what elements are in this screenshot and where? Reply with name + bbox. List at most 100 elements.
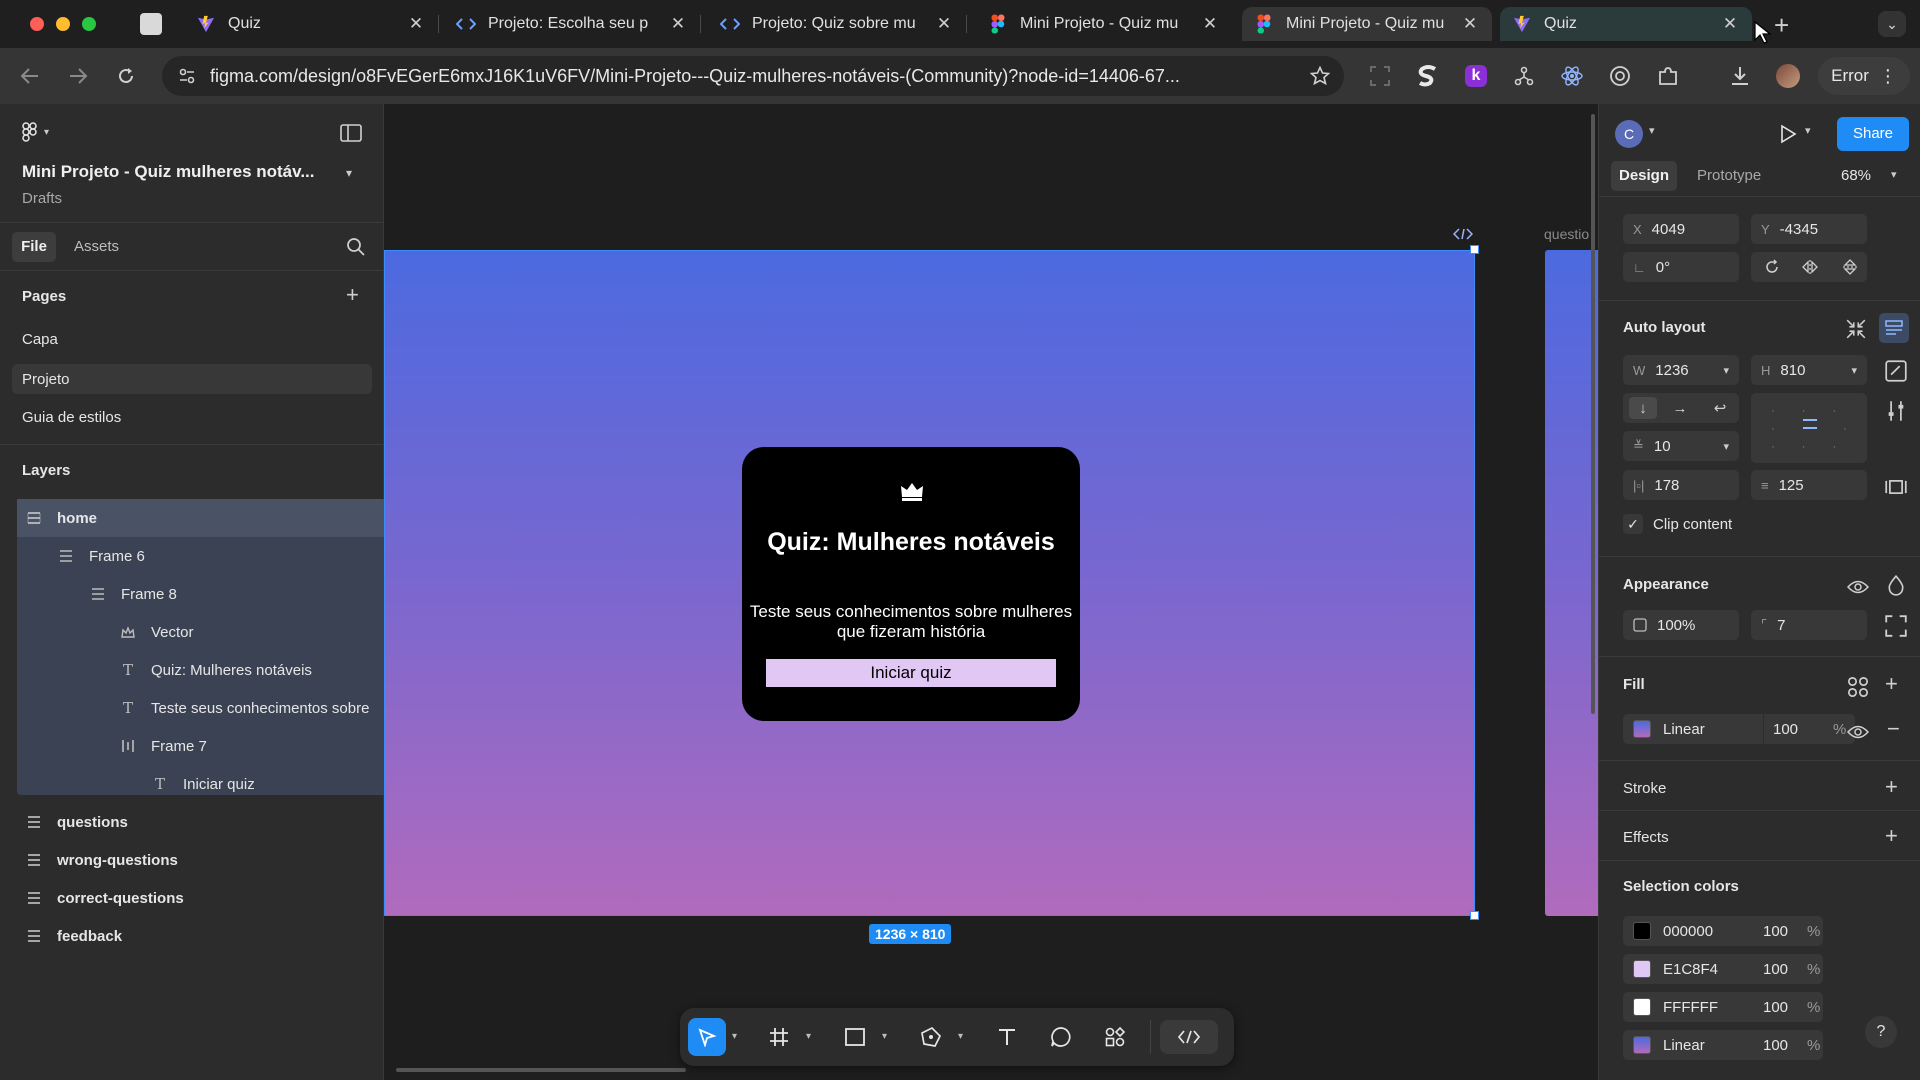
close-tab-icon[interactable]: ✕ (406, 14, 426, 34)
extension-k-icon[interactable]: k (1462, 62, 1490, 90)
close-tab-icon[interactable]: ✕ (934, 14, 954, 34)
toggle-panel-icon[interactable] (340, 124, 362, 142)
selection-color-row[interactable]: Linear 100 % (1623, 1030, 1823, 1060)
zoom-level[interactable]: 68% (1841, 161, 1871, 191)
react-devtools-icon[interactable] (1558, 62, 1586, 90)
frame-tool-icon[interactable] (762, 1020, 796, 1054)
close-tab-icon[interactable]: ✕ (1460, 14, 1480, 34)
independent-corners-icon[interactable] (1885, 615, 1907, 637)
layer-feedback[interactable]: feedback (17, 917, 384, 955)
move-tool-icon[interactable] (688, 1018, 726, 1056)
direction-horizontal-icon[interactable]: → (1669, 397, 1691, 419)
extension-network-icon[interactable] (1510, 62, 1538, 90)
chevron-down-icon[interactable]: ▾ (806, 1031, 811, 1042)
auto-layout-settings-icon[interactable] (1879, 313, 1909, 343)
maximize-window-button[interactable] (82, 17, 96, 31)
chevron-down-icon[interactable]: ▾ (732, 1031, 737, 1042)
selection-color-row[interactable]: E1C8F4 100 % (1623, 954, 1823, 984)
close-tab-icon[interactable]: ✕ (1200, 14, 1220, 34)
tab-assets[interactable]: Assets (74, 232, 119, 262)
extensions-puzzle-icon[interactable] (1654, 62, 1682, 90)
add-stroke-plus-icon[interactable]: + (1885, 774, 1898, 800)
browser-tab-3[interactable]: Projeto: Quiz sobre mu ✕ (708, 7, 967, 41)
file-location[interactable]: Drafts (22, 190, 62, 207)
alignment-grid[interactable]: · · · · · · · · (1751, 393, 1867, 463)
blend-mode-drop-icon[interactable] (1885, 574, 1907, 596)
text-tool-icon[interactable] (990, 1020, 1024, 1054)
file-title[interactable]: Mini Projeto - Quiz mulheres notáv... (22, 162, 315, 182)
share-button[interactable]: Share (1837, 117, 1909, 151)
chevron-down-icon[interactable]: ▾ (1649, 124, 1655, 137)
help-question-icon[interactable]: ? (1865, 1016, 1897, 1048)
close-tab-icon[interactable]: ✕ (1720, 14, 1740, 34)
opacity-field[interactable]: 100% (1623, 610, 1739, 640)
profile-avatar[interactable] (1774, 62, 1802, 90)
direction-vertical-icon[interactable]: ↓ (1629, 397, 1657, 419)
tab-prototype[interactable]: Prototype (1697, 161, 1761, 191)
site-settings-icon[interactable] (178, 67, 196, 85)
start-quiz-button[interactable]: Iniciar quiz (766, 659, 1056, 687)
back-arrow-icon[interactable] (16, 62, 44, 90)
aspect-ratio-icon[interactable] (1885, 360, 1907, 382)
rectangle-tool-icon[interactable] (838, 1020, 872, 1054)
reload-icon[interactable] (112, 62, 140, 90)
layer-vector[interactable]: Vector (17, 613, 384, 651)
search-icon[interactable] (346, 237, 366, 257)
screen-capture-icon[interactable] (1366, 62, 1394, 90)
page-item-capa[interactable]: Capa (0, 320, 384, 358)
color-swatch[interactable] (1633, 998, 1651, 1016)
clip-content-checkbox[interactable]: ✓ (1623, 514, 1643, 534)
collapse-icon[interactable] (1845, 318, 1867, 340)
flip-vertical-icon[interactable] (1839, 256, 1861, 278)
tab-groups-icon[interactable] (140, 13, 162, 35)
horizontal-scrollbar[interactable] (396, 1068, 686, 1074)
layer-subtitle[interactable]: T Teste seus conhecimentos sobre (17, 689, 384, 727)
y-position-field[interactable]: Y -4345 (1751, 214, 1867, 244)
eye-icon[interactable] (1847, 576, 1869, 598)
chevron-down-icon[interactable]: ▾ (958, 1031, 963, 1042)
gap-field[interactable]: ≚ 10 ▾ (1623, 431, 1739, 461)
layer-home[interactable]: home (17, 499, 384, 537)
remove-fill-minus-icon[interactable]: − (1887, 716, 1900, 742)
address-bar[interactable]: figma.com/design/o8FvEGerE6mxJ16K1uV6FV/… (162, 56, 1344, 96)
browser-tab-2[interactable]: Projeto: Escolha seu p ✕ (444, 7, 701, 41)
quiz-card[interactable]: Quiz: Mulheres notáveis Teste seus conhe… (742, 447, 1080, 721)
styles-grid-icon[interactable] (1847, 676, 1869, 698)
record-icon[interactable] (1606, 62, 1634, 90)
tab-design[interactable]: Design (1611, 161, 1677, 191)
present-play-icon[interactable] (1779, 124, 1797, 144)
comment-tool-icon[interactable] (1044, 1020, 1078, 1054)
design-canvas[interactable]: Quiz: Mulheres notáveis Teste seus conhe… (384, 104, 1598, 1080)
layer-questions[interactable]: questions (17, 803, 384, 841)
pen-tool-icon[interactable] (914, 1020, 948, 1054)
fill-visibility-eye-icon[interactable] (1847, 721, 1869, 743)
resize-handle-bottom-right[interactable] (1470, 911, 1479, 920)
extension-s-icon[interactable] (1414, 62, 1442, 90)
layer-quiz-title[interactable]: T Quiz: Mulheres notáveis (17, 651, 384, 689)
fill-row[interactable]: Linear 100 % (1623, 714, 1855, 744)
layer-wrong-questions[interactable]: wrong-questions (17, 841, 384, 879)
color-swatch[interactable] (1633, 960, 1651, 978)
browser-tab-1[interactable]: Quiz ✕ (184, 7, 439, 41)
file-menu-chevron-icon[interactable]: ▾ (346, 166, 352, 180)
browser-tab-5-active[interactable]: Mini Projeto - Quiz mu ✕ (1242, 7, 1492, 41)
browser-tab-4[interactable]: Mini Projeto - Quiz mu ✕ (976, 7, 1232, 41)
main-menu-button[interactable]: ▾ (22, 122, 49, 142)
vertical-padding-field[interactable]: ≡ 125 (1751, 470, 1867, 500)
rotation-field[interactable]: ∟ 0° (1623, 252, 1739, 282)
add-fill-plus-icon[interactable]: + (1885, 671, 1898, 697)
dev-mode-toggle-icon[interactable] (1160, 1020, 1218, 1054)
rotate-90-icon[interactable] (1761, 256, 1783, 278)
browser-tab-6[interactable]: Quiz ✕ (1500, 7, 1752, 41)
layout-settings-sliders-icon[interactable] (1885, 400, 1907, 422)
layer-iniciar-quiz[interactable]: T Iniciar quiz (17, 765, 384, 803)
forward-arrow-icon[interactable] (64, 62, 92, 90)
zoom-chevron-icon[interactable]: ▾ (1891, 168, 1897, 181)
bookmark-star-icon[interactable] (1310, 66, 1330, 86)
add-effect-plus-icon[interactable]: + (1885, 823, 1898, 849)
layer-frame-8[interactable]: Frame 8 (17, 575, 384, 613)
tab-file[interactable]: File (12, 232, 56, 262)
width-field[interactable]: W 1236 ▾ (1623, 355, 1739, 385)
selection-color-row[interactable]: 000000 100 % (1623, 916, 1823, 946)
new-tab-plus-icon[interactable]: + (1774, 10, 1789, 41)
